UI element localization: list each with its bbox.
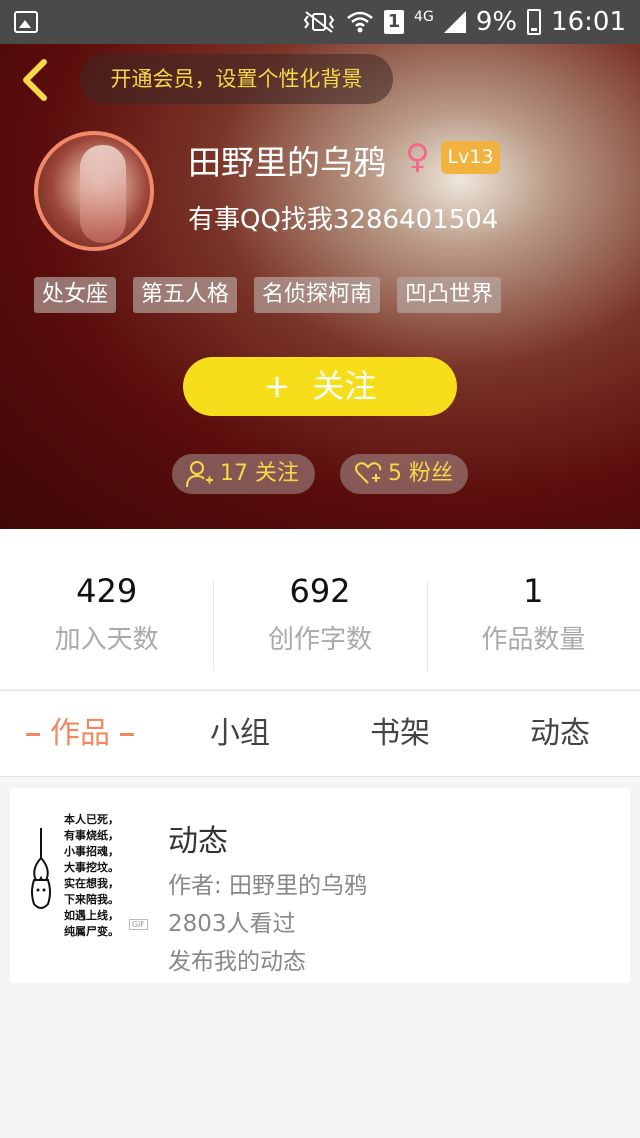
clock: 16:01 [551, 7, 626, 37]
active-indicator [26, 733, 40, 736]
cover-line: 有事烧纸， [64, 829, 119, 842]
vip-background-prompt[interactable]: 开通会员，设置个性化背景 [80, 54, 393, 104]
chevron-left-icon [23, 59, 47, 101]
image-icon [14, 11, 38, 33]
signal-icon [443, 11, 466, 33]
tag-item: 处女座 [34, 277, 117, 313]
female-icon: ♀ [405, 137, 430, 177]
tab-label: 小组 [210, 716, 270, 751]
cover-line: 本人已死， [64, 813, 119, 826]
tab-bar: 作品 小组 书架 动态 [0, 690, 640, 777]
username: 田野里的乌鸦 [188, 143, 386, 182]
tab-groups[interactable]: 小组 [160, 691, 320, 776]
tab-works[interactable]: 作品 [0, 691, 160, 776]
work-card[interactable]: 本人已死， 有事烧纸， 小事招魂， 大事挖坟。 实在想我， 下来陪我。 如遇上线… [10, 788, 630, 983]
tab-activity[interactable]: 动态 [480, 691, 640, 776]
sim-icon: 1 [384, 10, 405, 34]
stat-label: 创作字数 [267, 624, 372, 655]
tag-item: 名侦探柯南 [254, 277, 381, 313]
cover-text: 本人已死， 有事烧纸， 小事招魂， 大事挖坟。 实在想我， 下来陪我。 如遇上线… [64, 812, 119, 940]
stat-value: 429 [76, 571, 138, 610]
wifi-icon [347, 11, 373, 33]
follow-button[interactable]: + 关注 [183, 357, 457, 416]
signature: 有事QQ找我3286401504 [188, 205, 499, 235]
user-add-icon [186, 461, 213, 488]
stat-joined-days: 429 加入天数 [0, 529, 213, 689]
cover-line: 下来陪我。 [64, 893, 119, 906]
hanging-figure-icon [31, 828, 51, 909]
following-count: 17 关注 [220, 461, 299, 486]
avatar-figure [80, 145, 126, 243]
stat-value: 692 [289, 571, 351, 610]
tag-item: 第五人格 [133, 277, 238, 313]
stat-label: 加入天数 [54, 624, 159, 655]
tab-label: 作品 [50, 716, 110, 751]
back-button[interactable] [16, 58, 56, 102]
mute-vibrate-icon [303, 11, 335, 33]
tag-list: 处女座 第五人格 名侦探柯南 凹凸世界 [34, 277, 502, 313]
tag-item: 凹凸世界 [397, 277, 502, 313]
tab-label: 动态 [530, 716, 590, 751]
heart-add-icon [355, 462, 382, 484]
profile-header: 开通会员，设置个性化背景 田野里的乌鸦 ♀ Lv13 有事QQ找我3286401… [0, 44, 640, 529]
stat-value: 1 [523, 571, 544, 610]
battery-icon [527, 9, 542, 35]
cover-line: 大事挖坟。 [64, 861, 119, 874]
cover-line: 如遇上线， [64, 909, 119, 922]
fans-count: 5 粉丝 [388, 461, 453, 486]
stat-label: 作品数量 [481, 624, 586, 655]
cover-line: 小事招魂， [64, 845, 119, 858]
follow-label: 关注 [312, 367, 377, 405]
stats-row: 429 加入天数 692 创作字数 1 作品数量 [0, 529, 640, 689]
work-cover: 本人已死， 有事烧纸， 小事招魂， 大事挖坟。 实在想我， 下来陪我。 如遇上线… [22, 810, 148, 940]
avatar[interactable] [34, 131, 154, 251]
network-type: 4G [414, 9, 434, 25]
stat-word-count: 692 创作字数 [213, 529, 426, 689]
battery-percent: 9% [475, 7, 518, 37]
status-bar: 1 4G 9% 16:01 [0, 0, 640, 44]
work-author: 作者: 田野里的乌鸦 [168, 873, 368, 899]
tab-label: 书架 [370, 716, 430, 751]
fans-count-button[interactable]: 5 粉丝 [340, 454, 468, 494]
following-count-button[interactable]: 17 关注 [172, 454, 315, 494]
level-badge: Lv13 [441, 141, 500, 174]
cover-line: 纯属尸变。 [64, 925, 119, 938]
active-indicator [120, 733, 134, 736]
tab-bookshelf[interactable]: 书架 [320, 691, 480, 776]
work-title: 动态 [168, 824, 228, 859]
gif-badge: GIF [128, 919, 148, 930]
work-views: 2803人看过 [168, 911, 296, 937]
stat-work-count: 1 作品数量 [426, 529, 640, 689]
plus-icon: + [263, 367, 291, 405]
work-description: 发布我的动态 [168, 949, 306, 975]
cover-line: 实在想我， [64, 877, 119, 890]
